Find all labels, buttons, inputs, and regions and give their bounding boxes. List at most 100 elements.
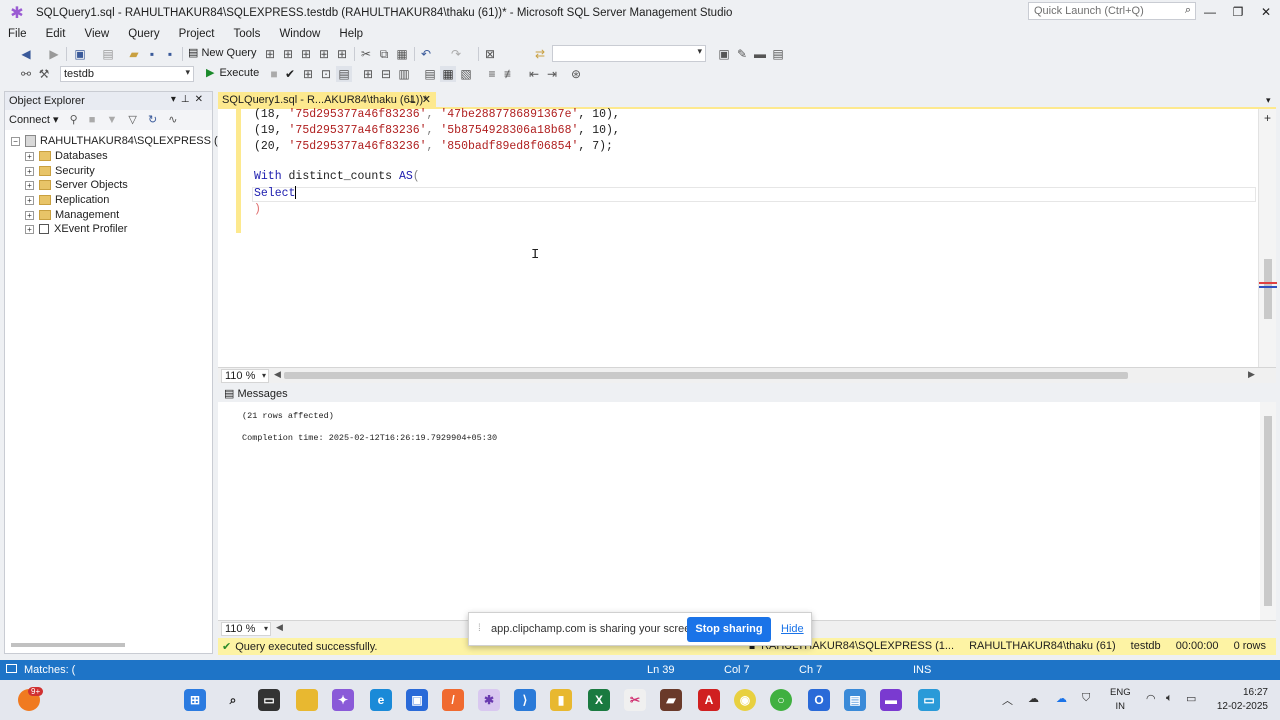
file-explorer-icon[interactable] <box>296 689 318 711</box>
expand-icon[interactable]: + <box>25 224 34 234</box>
new-project-icon[interactable]: ▣ <box>72 46 88 62</box>
chevron-up-icon[interactable]: ︿ <box>1002 692 1013 708</box>
client-stats-icon[interactable]: ▥ <box>396 66 412 82</box>
tree-item-databases[interactable]: + Databases <box>25 149 108 163</box>
menu-project[interactable]: Project <box>179 28 215 40</box>
xmla-query-icon[interactable]: ⊞ <box>316 46 332 62</box>
battery-icon[interactable]: ▭ <box>1186 692 1196 705</box>
language-indicator[interactable]: ENG IN <box>1110 686 1131 714</box>
ssms-icon[interactable]: ✱ <box>478 689 500 711</box>
close-tab-icon[interactable]: ✕ <box>422 93 431 106</box>
specify-values-icon[interactable]: ⊛ <box>568 66 584 82</box>
refresh-icon[interactable]: ↻ <box>148 114 157 126</box>
chrome-icon[interactable]: ◉ <box>734 689 756 711</box>
expand-icon[interactable]: + <box>25 166 34 176</box>
outlook-icon[interactable]: O <box>808 689 830 711</box>
copilot-icon[interactable]: ✦ <box>332 689 354 711</box>
tree-item-management[interactable]: + Management <box>25 208 119 222</box>
decrease-indent-icon[interactable]: ⇤ <box>526 66 542 82</box>
registered-servers-icon[interactable]: ▣ <box>716 46 732 62</box>
tab-overflow-icon[interactable]: ▾ <box>1266 95 1271 106</box>
minimize-icon[interactable]: — <box>1198 4 1222 20</box>
close-icon[interactable]: ✕ <box>195 94 208 105</box>
dax-query-icon[interactable]: ⊞ <box>334 46 350 62</box>
volume-icon[interactable]: 🔈︎ <box>1166 692 1173 705</box>
brave-icon[interactable]: / <box>442 689 464 711</box>
power-bi-icon[interactable]: ▮ <box>550 689 572 711</box>
app-icon[interactable]: ○ <box>770 689 792 711</box>
filter-icon[interactable]: ▼ <box>106 114 117 126</box>
scroll-right-icon[interactable]: ▶ <box>1248 369 1255 380</box>
tree-item-security[interactable]: + Security <box>25 164 95 178</box>
mdx-query-icon[interactable]: ⊞ <box>280 46 296 62</box>
dmx-query-icon[interactable]: ⊞ <box>298 46 314 62</box>
vscode-icon[interactable]: ⟩ <box>514 689 536 711</box>
filter-settings-icon[interactable]: ▽ <box>128 114 136 126</box>
include-plan-icon[interactable]: ⊞ <box>360 66 376 82</box>
vertical-scrollbar[interactable] <box>1260 402 1276 620</box>
intellisense-icon[interactable]: ▤ <box>336 66 352 82</box>
pin-icon[interactable]: ⊥ <box>407 94 416 105</box>
media-app-icon[interactable]: ▰ <box>660 689 682 711</box>
horizontal-scrollbar[interactable] <box>5 643 212 649</box>
menu-view[interactable]: View <box>84 28 109 40</box>
collapse-icon[interactable]: − <box>11 136 20 146</box>
change-connection-icon[interactable]: ⚒ <box>36 66 52 82</box>
query-editor[interactable]: (18, '75d295377a46f83236', '47be28877868… <box>218 108 1277 367</box>
menu-edit[interactable]: Edit <box>46 28 66 40</box>
results-to-grid-icon[interactable]: ▦ <box>440 66 456 82</box>
open-file-icon[interactable]: ▰ <box>126 46 142 62</box>
menu-help[interactable]: Help <box>339 28 363 40</box>
live-stats-icon[interactable]: ⊟ <box>378 66 394 82</box>
properties-icon[interactable]: ✎ <box>734 46 750 62</box>
dropdown-icon[interactable]: ▾ <box>171 94 181 105</box>
cancel-query-icon[interactable]: ■ <box>266 66 282 82</box>
toolbox-icon[interactable]: ▬ <box>752 46 768 62</box>
cut-icon[interactable]: ✂ <box>358 46 374 62</box>
execute-button[interactable]: ▶ Execute <box>206 66 259 82</box>
restore-icon[interactable]: ❐ <box>1226 4 1250 20</box>
expand-icon[interactable]: + <box>25 195 34 205</box>
pin-icon[interactable]: ⊥ <box>181 94 195 105</box>
messages-tab[interactable]: ▤ Messages <box>218 384 1276 402</box>
hide-link[interactable]: Hide <box>781 623 804 635</box>
edge-icon[interactable]: e <box>370 689 392 711</box>
new-query-button[interactable]: ▤ New Query <box>188 46 256 62</box>
task-view-icon[interactable]: ▭ <box>258 689 280 711</box>
menu-query[interactable]: Query <box>128 28 159 40</box>
estimated-plan-icon[interactable]: ⊞ <box>300 66 316 82</box>
clipchamp-icon[interactable]: ▬ <box>880 689 902 711</box>
search-icon[interactable]: ⌕ <box>222 689 244 711</box>
connect-button[interactable]: Connect ▾ <box>9 114 59 126</box>
activity-monitor-icon[interactable]: ∿ <box>168 114 177 126</box>
menu-window[interactable]: Window <box>279 28 320 40</box>
tree-item-replication[interactable]: + Replication <box>25 193 109 207</box>
copy-icon[interactable]: ⧉ <box>376 46 392 62</box>
scroll-left-icon[interactable]: ◀ <box>274 369 281 380</box>
paste-icon[interactable]: ▦ <box>394 46 410 62</box>
results-zoom-dropdown[interactable]: 110 % ▾ <box>221 622 271 636</box>
onedrive-icon[interactable]: ☁ <box>1056 692 1067 705</box>
editor-zoom-dropdown[interactable]: 110 % ▾ <box>221 369 269 383</box>
store-icon[interactable]: ▣ <box>406 689 428 711</box>
add-item-icon[interactable]: ▤ <box>100 46 116 62</box>
comment-icon[interactable]: ≡ <box>484 66 500 82</box>
acrobat-icon[interactable]: A <box>698 689 720 711</box>
save-all-icon[interactable]: ▪ <box>162 46 178 62</box>
vertical-scrollbar[interactable]: + <box>1258 109 1277 367</box>
split-icon[interactable]: + <box>1264 111 1271 125</box>
cloud-icon[interactable]: ☁ <box>1028 692 1039 705</box>
quick-launch-input[interactable]: Quick Launch (Ctrl+Q) ⌕ <box>1028 2 1196 20</box>
results-to-file-icon[interactable]: ▧ <box>458 66 474 82</box>
stop-sharing-button[interactable]: Stop sharing <box>687 617 771 642</box>
notepad-icon[interactable]: ▤ <box>844 689 866 711</box>
back-icon[interactable]: ◀ <box>18 46 34 62</box>
document-tab[interactable]: SQLQuery1.sql - R...AKUR84\thaku (61))* … <box>218 92 436 108</box>
activity-monitor-icon[interactable]: ⊠ <box>482 46 498 62</box>
disconnect-icon[interactable]: ■ <box>89 114 96 126</box>
expand-icon[interactable]: + <box>25 210 34 220</box>
results-to-text-icon[interactable]: ▤ <box>422 66 438 82</box>
excel-icon[interactable]: X <box>588 689 610 711</box>
expand-icon[interactable]: + <box>25 151 34 161</box>
undo-icon[interactable]: ↶ <box>418 46 434 62</box>
